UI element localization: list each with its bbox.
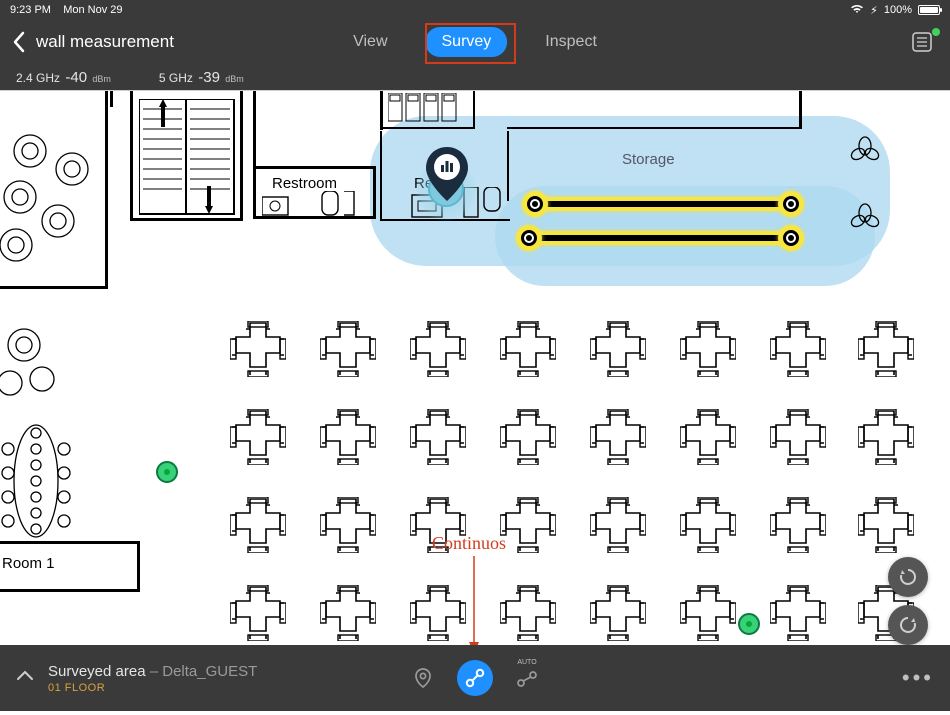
seat-icon	[500, 497, 556, 553]
seat-icon	[858, 321, 914, 377]
status-left: 9:23 PM Mon Nov 29	[10, 4, 123, 16]
undo-button[interactable]	[888, 605, 928, 645]
bottom-bar: Surveyed area – Delta_GUEST 01 FLOOR AUT…	[0, 645, 950, 711]
restroom-fixtures-icon	[262, 191, 367, 222]
seat-icon	[680, 321, 736, 377]
band-2-4-label: 2.4 GHz	[16, 71, 60, 85]
floorplan-layer: Restroom Re Storage Room 1	[0, 91, 950, 645]
band-2-4-unit: dBm	[92, 74, 111, 84]
band-5-label: 5 GHz	[159, 71, 193, 85]
status-date: Mon Nov 29	[63, 4, 122, 16]
seat-icon	[410, 321, 466, 377]
seat-icon	[590, 321, 646, 377]
status-right: ⚡︎ 100%	[850, 4, 940, 17]
band-2-4-value: -40	[65, 69, 87, 86]
ssid-label: Delta_GUEST	[162, 663, 257, 680]
tab-inspect[interactable]: Inspect	[529, 27, 613, 57]
seat-icon	[410, 585, 466, 641]
room-label-storage: Storage	[622, 151, 675, 168]
seat-icon	[680, 409, 736, 465]
seat-icon	[230, 409, 286, 465]
survey-node-icon	[778, 225, 804, 251]
charging-icon: ⚡︎	[870, 4, 878, 17]
seat-icon	[320, 321, 376, 377]
survey-node-icon	[522, 191, 548, 217]
seat-icon	[858, 497, 914, 553]
stop-and-go-button[interactable]	[405, 660, 441, 696]
seat-icon	[858, 409, 914, 465]
seat-icon	[770, 321, 826, 377]
more-button[interactable]: •••	[902, 665, 934, 691]
surveyed-area-label: Surveyed area	[48, 663, 146, 680]
page-title: wall measurement	[36, 32, 174, 52]
survey-node-icon	[516, 225, 542, 251]
mode-tabs: View Survey Inspect	[337, 27, 613, 57]
signal-2-4ghz: 2.4 GHz -40 dBm	[16, 69, 111, 86]
seat-icon	[410, 409, 466, 465]
table-group-icon	[0, 121, 100, 546]
floorplan-canvas[interactable]: Restroom Re Storage Room 1	[0, 90, 950, 645]
seat-icon	[230, 585, 286, 641]
room-label-room1: Room 1	[2, 555, 55, 572]
survey-node-icon	[778, 191, 804, 217]
seat-icon	[230, 497, 286, 553]
refrigerator-row-icon	[388, 93, 474, 128]
expand-button[interactable]	[16, 669, 34, 687]
seat-icon	[680, 585, 736, 641]
battery-pct: 100%	[884, 4, 912, 16]
location-pin-icon[interactable]	[426, 147, 468, 201]
survey-meta[interactable]: Surveyed area – Delta_GUEST 01 FLOOR	[48, 663, 257, 694]
plant-icon	[850, 136, 880, 166]
redo-button[interactable]	[888, 557, 928, 597]
wifi-icon	[850, 4, 864, 17]
band-5-value: -39	[198, 69, 220, 86]
floor-label: 01 FLOOR	[48, 682, 257, 694]
tab-view[interactable]: View	[337, 27, 403, 57]
seat-icon	[500, 409, 556, 465]
seat-icon	[770, 585, 826, 641]
back-button[interactable]	[12, 31, 26, 53]
seat-icon	[320, 497, 376, 553]
stairs-icon	[139, 99, 235, 220]
layers-button[interactable]	[910, 30, 938, 54]
seat-icon	[590, 409, 646, 465]
autopilot-button[interactable]: AUTO	[509, 660, 545, 696]
survey-point-icon[interactable]	[156, 461, 178, 483]
nav-bar: wall measurement View Survey Inspect	[0, 20, 950, 64]
battery-icon	[918, 5, 940, 15]
signal-5ghz: 5 GHz -39 dBm	[159, 69, 244, 86]
seat-icon	[410, 497, 466, 553]
continuous-button[interactable]	[457, 660, 493, 696]
seat-icon	[680, 497, 736, 553]
meta-dash: –	[146, 663, 163, 680]
seat-icon	[500, 321, 556, 377]
seat-icon	[590, 497, 646, 553]
tab-survey[interactable]: Survey	[426, 27, 508, 57]
signal-bar: 2.4 GHz -40 dBm 5 GHz -39 dBm	[0, 64, 950, 90]
seat-icon	[320, 409, 376, 465]
room-label-restroom: Restroom	[272, 175, 337, 192]
band-5-unit: dBm	[225, 74, 244, 84]
seat-icon	[230, 321, 286, 377]
survey-point-icon[interactable]	[738, 613, 760, 635]
seat-icon	[590, 585, 646, 641]
status-bar: 9:23 PM Mon Nov 29 ⚡︎ 100%	[0, 0, 950, 20]
plant-icon	[850, 203, 880, 233]
status-time: 9:23 PM	[10, 4, 51, 16]
survey-mode-buttons: AUTO	[405, 660, 545, 696]
seat-icon	[320, 585, 376, 641]
auto-label: AUTO	[517, 659, 536, 666]
seat-icon	[500, 585, 556, 641]
seat-icon	[770, 497, 826, 553]
seat-icon	[770, 409, 826, 465]
